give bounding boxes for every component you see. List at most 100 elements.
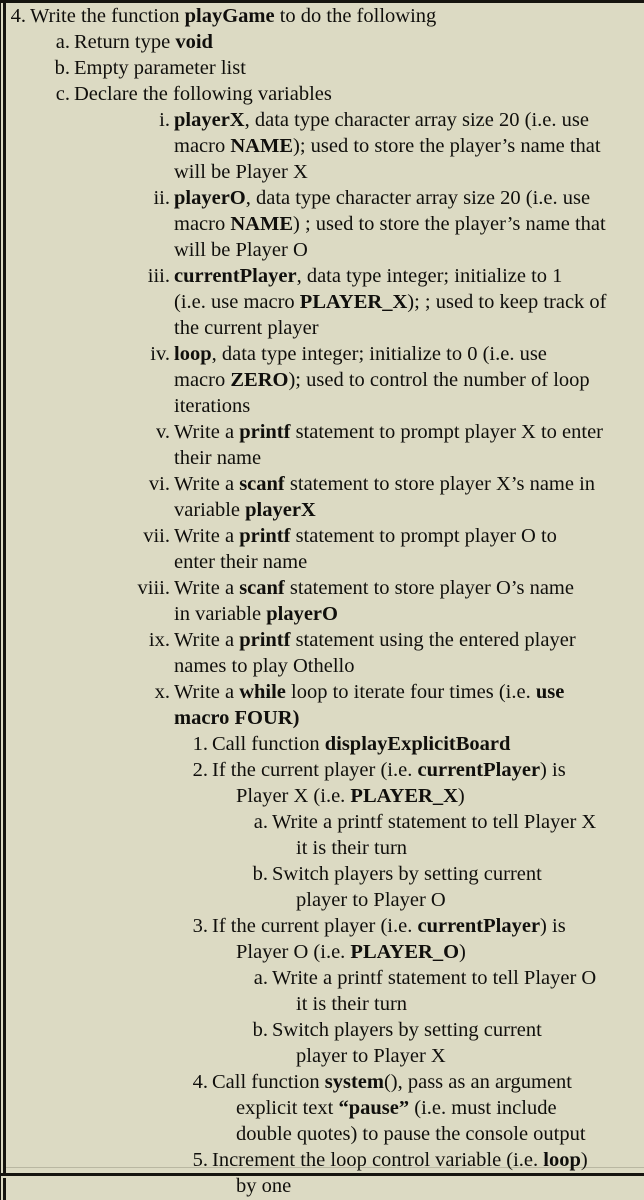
list-item-continuation: macro NAME) ; used to store the player’s… <box>0 211 644 237</box>
list-item-continuation: explicit text “pause” (i.e. must include <box>0 1095 644 1121</box>
body-text: double quotes) to pause the console outp… <box>236 1123 586 1145</box>
list-item-text: in variable playerO <box>174 601 338 627</box>
list-marker: b. <box>54 57 70 79</box>
list-item-continuation: macro FOUR) <box>0 705 644 731</box>
list-item-text: by one <box>236 1173 291 1199</box>
list-item-text: Call function system(), pass as an argum… <box>212 1069 572 1095</box>
list-marker: 2. <box>192 759 208 781</box>
assignment-instruction-list: 4. Write the function playGame to do the … <box>0 3 644 1199</box>
body-text: Write a <box>174 577 240 599</box>
emphasis-text: ZERO <box>230 369 289 391</box>
emphasis-text: displayExplicitBoard <box>324 733 511 755</box>
emphasis-text: playerO <box>266 603 338 625</box>
list-item: c. Declare the following variables <box>0 81 644 107</box>
list-item-text: loop, data type integer; initialize to 0… <box>174 341 547 367</box>
body-text: If the current player (i.e. <box>212 759 418 781</box>
emphasis-text: currentPlayer <box>417 759 541 781</box>
body-text: Call function <box>212 1071 325 1093</box>
list-item-continuation: double quotes) to pause the console outp… <box>0 1121 644 1147</box>
list-item-text: Write a scanf statement to store player … <box>174 575 574 601</box>
list-item-text: double quotes) to pause the console outp… <box>236 1121 586 1147</box>
emphasis-text: scanf <box>239 577 285 599</box>
emphasis-text: use <box>535 681 565 703</box>
list-item-text: playerO, data type character array size … <box>174 185 590 211</box>
body-text: names to play Othello <box>174 655 355 677</box>
list-item: vii. Write a printf statement to prompt p… <box>0 523 644 549</box>
body-text: in variable <box>174 603 267 625</box>
list-marker: b. <box>252 863 268 885</box>
list-item-continuation: (i.e. use macro PLAYER_X); ; used to kee… <box>0 289 644 315</box>
body-text: macro <box>174 213 231 235</box>
list-item-text: Increment the loop control variable (i.e… <box>212 1147 588 1173</box>
list-item-text: their name <box>174 445 261 471</box>
body-text: ) <box>580 1149 588 1171</box>
body-text: Call function <box>212 733 325 755</box>
body-text: statement to prompt player O to <box>290 525 557 547</box>
list-item: vi. Write a scanf statement to store play… <box>0 471 644 497</box>
list-item-text: Write a while loop to iterate four times… <box>174 679 564 705</box>
list-item-continuation: it is their turn <box>0 835 644 861</box>
emphasis-text: playerX <box>245 499 316 521</box>
list-item-continuation: names to play Othello <box>0 653 644 679</box>
body-text: loop to iterate four times (i.e. <box>285 681 536 703</box>
list-item-continuation: iterations <box>0 393 644 419</box>
list-item-text: it is their turn <box>296 991 407 1017</box>
list-marker: a. <box>55 31 70 53</box>
list-item-text: Write a printf statement using the enter… <box>174 627 576 653</box>
list-item-text: If the current player (i.e. currentPlaye… <box>212 913 566 939</box>
list-item-text: currentPlayer, data type integer; initia… <box>174 263 562 289</box>
list-item: 5. Increment the loop control variable (i… <box>0 1147 644 1173</box>
list-item: i. playerX, data type character array siz… <box>0 107 644 133</box>
body-text: ); ; used to keep track of <box>407 291 607 313</box>
list-item-continuation: by one <box>0 1173 644 1199</box>
document-page: 4. Write the function playGame to do the … <box>0 0 644 1200</box>
emphasis-text: printf <box>239 421 291 443</box>
body-text: Player O (i.e. <box>236 941 351 963</box>
body-text: Write a <box>174 681 240 703</box>
list-marker: i. <box>159 109 170 131</box>
list-item-text: the current player <box>174 315 319 341</box>
body-text: Write a <box>174 525 240 547</box>
emphasis-text: NAME <box>230 213 293 235</box>
body-text: it is their turn <box>296 837 408 859</box>
list-item-text: Switch players by setting current <box>272 1017 542 1043</box>
list-item-text: Player O (i.e. PLAYER_O) <box>236 939 466 965</box>
emphasis-text: scanf <box>239 473 285 495</box>
list-item-text: macro ZERO); used to control the number … <box>174 367 590 393</box>
body-text: Switch players by setting current <box>272 863 542 885</box>
body-text: ) <box>457 785 465 807</box>
list-marker: iii. <box>147 265 170 287</box>
body-text: will be Player O <box>174 239 308 261</box>
list-marker: viii. <box>137 577 170 599</box>
body-text: macro <box>174 135 231 157</box>
body-text: the current player <box>174 317 319 339</box>
body-text: (i.e. use macro <box>174 291 300 313</box>
emphasis-text: macro FOUR) <box>174 707 300 729</box>
emphasis-text: printf <box>239 525 291 547</box>
body-text: (), pass as an argument <box>383 1071 573 1093</box>
list-item-text: Write a scanf statement to store player … <box>174 471 595 497</box>
body-text: Declare the following variables <box>74 83 332 105</box>
list-item-text: Write a printf statement to tell Player … <box>272 809 596 835</box>
body-text: ) is <box>540 759 566 781</box>
list-marker: a. <box>253 811 268 833</box>
list-item-continuation: will be Player X <box>0 159 644 185</box>
list-item: viii. Write a scanf statement to store pl… <box>0 575 644 601</box>
list-item-text: variable playerX <box>174 497 316 523</box>
emphasis-text: while <box>239 681 286 703</box>
body-text: ); used to control the number of loop <box>288 369 590 391</box>
list-item-text: Write the function playGame to do the fo… <box>30 3 436 29</box>
body-text: ) ; used to store the player’s name that <box>293 213 606 235</box>
list-item: a. Return type void <box>0 29 644 55</box>
body-text: , data type integer; initialize to 1 <box>296 265 563 287</box>
list-item: iii. currentPlayer, data type integer; in… <box>0 263 644 289</box>
body-text: Write a <box>174 421 240 443</box>
body-text: it is their turn <box>296 993 408 1015</box>
emphasis-text: void <box>175 31 213 53</box>
body-text: statement to prompt player X to enter <box>290 421 603 443</box>
list-marker: c. <box>55 83 70 105</box>
list-marker: 4. <box>10 5 26 27</box>
list-item-text: If the current player (i.e. currentPlaye… <box>212 757 566 783</box>
list-marker: 3. <box>192 915 208 937</box>
list-item-continuation: macro ZERO); used to control the number … <box>0 367 644 393</box>
